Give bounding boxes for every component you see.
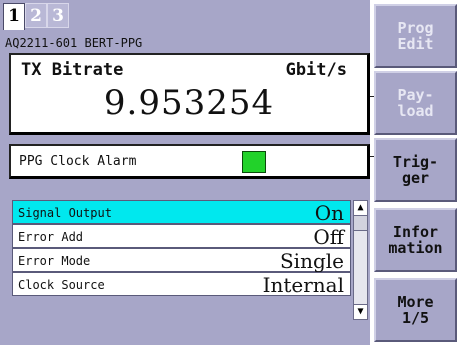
scroll-down-arrow-icon[interactable]: ▼ xyxy=(354,304,367,319)
softkey-column: Prog Edit Pay- load Trig- ger Infor mati… xyxy=(374,0,457,345)
list-item-label: Signal Output xyxy=(18,206,112,220)
clock-alarm-label: PPG Clock Alarm xyxy=(19,154,137,169)
list-item-value: Off xyxy=(313,225,344,249)
softkey-prog-edit[interactable]: Prog Edit xyxy=(374,4,457,68)
tab-2[interactable]: 2 xyxy=(25,3,47,28)
list-item-value: On xyxy=(314,201,344,225)
softkey-more[interactable]: More 1/5 xyxy=(374,278,457,342)
list-item-label: Error Mode xyxy=(18,254,91,268)
settings-scrollbar[interactable]: ▲ ▼ xyxy=(353,200,368,320)
tx-bitrate-panel[interactable]: TX Bitrate Gbit/s 9.953254 xyxy=(9,53,370,135)
softkey-payload[interactable]: Pay- load xyxy=(374,71,457,135)
list-item-value: Internal xyxy=(262,273,344,297)
tab-1[interactable]: 1 xyxy=(3,3,25,30)
main-panel: 1 2 3 AQ2211-601 BERT-PPG TX Bitrate Gbi… xyxy=(0,0,370,345)
settings-list: Signal Output On Error Add Off Error Mod… xyxy=(12,200,351,320)
alarm-led-indicator xyxy=(242,151,266,173)
clock-alarm-panel: PPG Clock Alarm xyxy=(9,144,370,179)
list-item-error-mode[interactable]: Error Mode Single xyxy=(12,248,351,273)
scroll-thumb[interactable] xyxy=(354,216,367,231)
softkey-trigger[interactable]: Trig- ger xyxy=(374,138,457,202)
tx-bitrate-value: 9.953254 xyxy=(103,83,275,123)
list-item-clock-source[interactable]: Clock Source Internal xyxy=(12,272,351,297)
list-item-value: Single xyxy=(279,249,344,273)
tx-bitrate-label: TX Bitrate xyxy=(21,60,124,80)
module-title: AQ2211-601 BERT-PPG xyxy=(5,36,143,50)
softkey-information[interactable]: Infor mation xyxy=(374,208,457,272)
bert-ppg-screen: 1 2 3 AQ2211-601 BERT-PPG TX Bitrate Gbi… xyxy=(0,0,457,345)
list-item-label: Error Add xyxy=(18,230,84,244)
tab-3[interactable]: 3 xyxy=(47,3,69,28)
list-item-error-add[interactable]: Error Add Off xyxy=(12,224,351,249)
list-item-signal-output[interactable]: Signal Output On xyxy=(12,200,351,225)
scroll-up-arrow-icon[interactable]: ▲ xyxy=(354,201,367,216)
list-item-label: Clock Source xyxy=(18,278,105,292)
tx-bitrate-unit: Gbit/s xyxy=(285,60,347,80)
